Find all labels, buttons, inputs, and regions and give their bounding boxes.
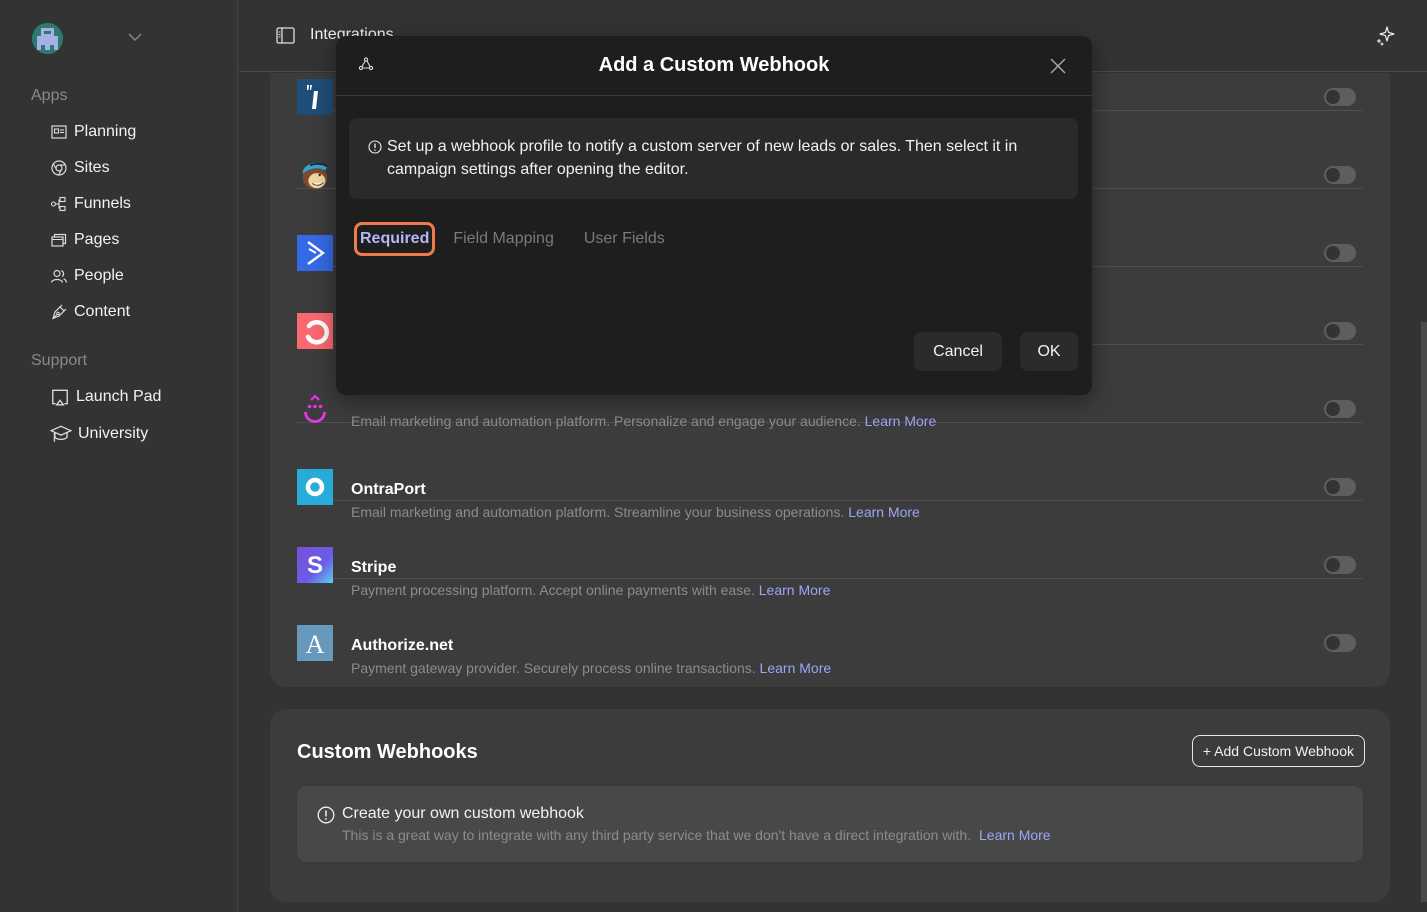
integration-toggle[interactable] [1324,634,1356,652]
ok-button[interactable]: OK [1020,332,1078,371]
integration-toggle[interactable] [1324,243,1356,262]
infusionsoft-logo [297,78,333,115]
content-icon [50,303,68,321]
custom-webhook-info: Create your own custom webhook This is a… [297,786,1363,862]
custom-webhooks-title: Custom Webhooks [297,741,478,763]
ontraport-logo [297,468,333,505]
launch-pad-icon [50,387,70,407]
drip-logo [297,391,333,427]
sidebar-item-label: University [78,425,149,442]
close-icon[interactable] [1049,57,1067,75]
avatar-robot-icon [32,23,63,54]
sidebar: Apps Planning Sites Funnels Pages People [0,0,238,912]
info-icon [368,140,382,154]
stripe-logo: S [297,546,333,583]
cancel-button[interactable]: Cancel [914,332,1002,371]
sites-icon [50,159,68,177]
integration-row-ontraport: OntraPort Email marketing and automation… [297,423,1363,520]
sidebar-item-funnels[interactable]: Funnels [50,191,131,217]
sidebar-item-label: Launch Pad [76,388,162,405]
integration-toggle[interactable] [1324,87,1356,106]
university-icon [50,423,72,445]
activecampaign-logo [297,234,333,271]
integration-toggle[interactable] [1324,321,1356,340]
modal-info-text: Set up a webhook profile to notify a cus… [387,138,1018,178]
modal-info-box: Set up a webhook profile to notify a cus… [349,118,1078,199]
sidebar-item-label: Content [74,303,131,320]
svg-text:S: S [307,552,323,579]
people-icon [50,267,68,285]
integration-name: Authorize.net [351,637,454,654]
section-label-support: Support [31,352,88,369]
integration-description: Payment gateway provider. Securely proce… [351,660,832,676]
modal-header: Add a Custom Webhook [336,36,1092,96]
account-avatar[interactable] [32,23,63,54]
modal-title: Add a Custom Webhook [598,54,830,76]
learn-more-link[interactable]: Learn More [760,660,832,676]
svg-text:A: A [306,630,325,659]
convertkit-logo [297,312,333,349]
sidebar-item-label: Planning [74,123,137,140]
integration-row-stripe: S Stripe Payment processing platform. Ac… [297,501,1363,598]
authorize-net-logo: A [297,625,333,661]
integration-toggle[interactable] [1324,477,1356,496]
integration-row-authorize-net: A Authorize.net Payment gateway provider… [297,579,1363,676]
sidebar-item-content[interactable]: Content [50,299,130,325]
integration-toggle[interactable] [1324,555,1356,574]
sidebar-item-label: People [74,267,124,284]
sidebar-item-pages[interactable]: Pages [50,227,119,253]
learn-more-link[interactable]: Learn More [979,827,1051,843]
sidebar-item-label: Sites [74,159,110,176]
sidebar-toggle-icon[interactable] [276,27,295,44]
modal-tabs: Required Field Mapping User Fields [354,222,689,256]
planning-icon [50,123,68,141]
custom-webhooks-card: Custom Webhooks + Add Custom Webhook Cre… [270,709,1390,902]
info-icon [317,806,335,824]
integration-toggle[interactable] [1324,399,1356,418]
sidebar-item-label: Funnels [74,195,131,212]
sidebar-item-university[interactable]: University [50,421,148,447]
sidebar-item-planning[interactable]: Planning [50,119,136,145]
tab-required[interactable]: Required [354,222,436,256]
sidebar-item-launch-pad[interactable]: Launch Pad [50,384,161,410]
custom-webhook-info-title: Create your own custom webhook [342,805,584,822]
tab-field-mapping[interactable]: Field Mapping [447,222,560,256]
tab-user-fields[interactable]: User Fields [578,222,671,256]
sidebar-item-people[interactable]: People [50,263,124,289]
integration-toggle[interactable] [1324,165,1356,184]
add-custom-webhook-modal: Add a Custom Webhook Set up a webhook pr… [336,36,1092,395]
add-custom-webhook-button[interactable]: + Add Custom Webhook [1191,735,1365,767]
sidebar-item-label: Pages [74,231,120,248]
scrollbar-thumb[interactable] [1421,322,1427,902]
custom-webhook-info-desc: This is a great way to integrate with an… [342,827,1051,843]
integration-name: Stripe [351,559,397,576]
pages-icon [50,231,68,249]
funnels-icon [50,195,68,213]
section-label-apps: Apps [31,87,68,104]
sidebar-item-sites[interactable]: Sites [50,155,110,181]
integration-name: OntraPort [351,481,426,498]
chevron-down-icon[interactable] [127,31,143,43]
mailchimp-logo [297,157,333,193]
sparkle-icon[interactable] [1375,26,1395,46]
